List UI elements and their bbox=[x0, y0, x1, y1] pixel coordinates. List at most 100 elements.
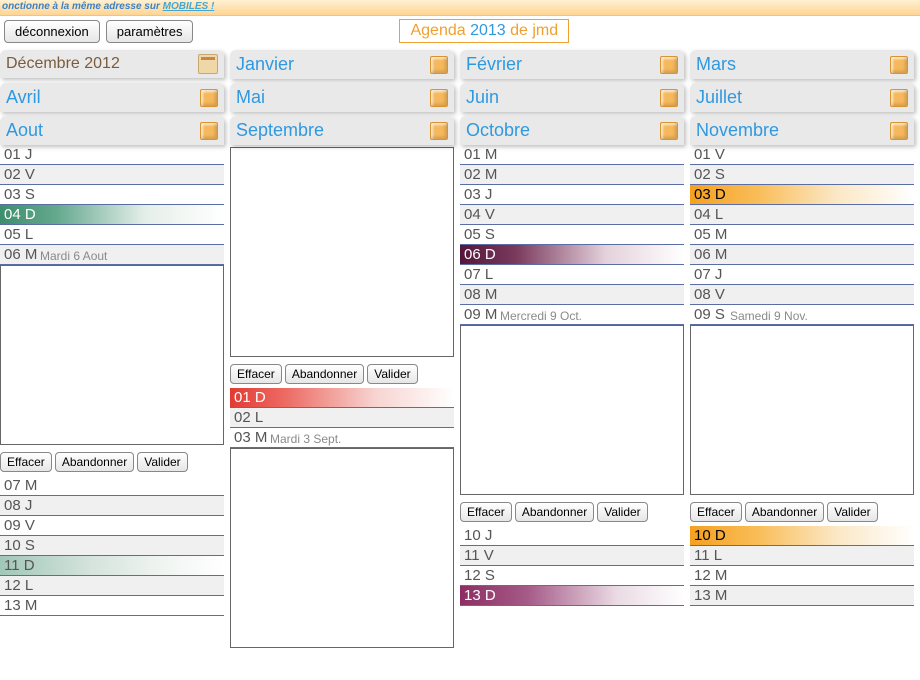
month-header[interactable]: Aout bbox=[0, 116, 224, 145]
note-textarea[interactable] bbox=[690, 325, 914, 495]
erase-button[interactable]: Effacer bbox=[0, 452, 52, 472]
month-header[interactable]: Octobre bbox=[460, 116, 684, 145]
note-icon[interactable] bbox=[200, 122, 218, 140]
day-row[interactable]: 02 M bbox=[460, 165, 684, 185]
erase-button[interactable]: Effacer bbox=[230, 364, 282, 384]
day-row[interactable]: 04 D bbox=[0, 205, 224, 225]
day-row[interactable]: 09 V bbox=[0, 516, 224, 536]
day-number: 01 V bbox=[694, 146, 739, 163]
settings-button[interactable]: paramètres bbox=[106, 20, 194, 43]
day-row[interactable]: 03 D bbox=[690, 185, 914, 205]
month-header[interactable]: Juillet bbox=[690, 83, 914, 112]
note-icon[interactable] bbox=[430, 89, 448, 107]
day-row[interactable]: 01 D bbox=[230, 388, 454, 408]
month-header[interactable]: Juin bbox=[460, 83, 684, 112]
day-row[interactable]: 10 J bbox=[460, 526, 684, 546]
day-row[interactable]: 13 M bbox=[0, 596, 224, 616]
month-header[interactable]: Décembre 2012 bbox=[0, 50, 224, 78]
validate-button[interactable]: Valider bbox=[827, 502, 877, 522]
note-icon[interactable] bbox=[890, 89, 908, 107]
day-row[interactable]: 07 M bbox=[0, 476, 224, 496]
month-novembre: Novembre 01 V 02 S03 D04 L05 M06 M07 J08 … bbox=[690, 116, 914, 651]
banner-text: onctionne à la même adresse sur bbox=[2, 1, 163, 12]
day-row[interactable]: 03 S bbox=[0, 185, 224, 205]
day-row[interactable]: 03 J bbox=[460, 185, 684, 205]
day-number: 11 D bbox=[4, 557, 49, 574]
month-header[interactable]: Novembre bbox=[690, 116, 914, 145]
note-icon[interactable] bbox=[890, 56, 908, 74]
day-row[interactable]: 11 D bbox=[0, 556, 224, 576]
day-row[interactable]: 05 M bbox=[690, 225, 914, 245]
note-icon[interactable] bbox=[660, 122, 678, 140]
day-row[interactable]: 08 J bbox=[0, 496, 224, 516]
day-row[interactable]: 05 L bbox=[0, 225, 224, 245]
day-row[interactable]: 07 J bbox=[690, 265, 914, 285]
note-icon[interactable] bbox=[890, 122, 908, 140]
day-row[interactable]: 10 S bbox=[0, 536, 224, 556]
abandon-button[interactable]: Abandonner bbox=[745, 502, 824, 522]
erase-button[interactable]: Effacer bbox=[460, 502, 512, 522]
day-row[interactable]: 01 V bbox=[690, 145, 914, 165]
month-label: Octobre bbox=[466, 120, 530, 141]
month-label: Mai bbox=[236, 87, 265, 108]
month-grid-row2: Avril Mai JuinJuillet bbox=[0, 79, 920, 112]
day-row[interactable]: 02 V bbox=[0, 165, 224, 185]
day-row[interactable]: 06 D bbox=[460, 245, 684, 265]
day-row[interactable]: 02 S bbox=[690, 165, 914, 185]
month-header[interactable]: Janvier bbox=[230, 50, 454, 79]
day-row[interactable]: 06 M bbox=[690, 245, 914, 265]
month-label: Janvier bbox=[236, 54, 294, 75]
abandon-button[interactable]: Abandonner bbox=[285, 364, 364, 384]
note-textarea[interactable] bbox=[230, 147, 454, 357]
month-header[interactable]: Septembre bbox=[230, 116, 454, 145]
month-header[interactable]: Avril bbox=[0, 83, 224, 112]
calendar-icon[interactable] bbox=[198, 54, 218, 74]
day-row[interactable]: 12 S bbox=[460, 566, 684, 586]
month-header[interactable]: Février bbox=[460, 50, 684, 79]
day-row[interactable]: 07 L bbox=[460, 265, 684, 285]
day-row[interactable]: 01 J bbox=[0, 145, 224, 165]
note-icon[interactable] bbox=[660, 89, 678, 107]
day-row[interactable]: 13 M bbox=[690, 586, 914, 606]
day-number: 12 M bbox=[694, 567, 739, 584]
day-row[interactable]: 10 D bbox=[690, 526, 914, 546]
day-number: 13 M bbox=[694, 587, 739, 604]
note-textarea[interactable] bbox=[0, 265, 224, 445]
validate-button[interactable]: Valider bbox=[137, 452, 187, 472]
validate-button[interactable]: Valider bbox=[597, 502, 647, 522]
day-row[interactable]: 04 V bbox=[460, 205, 684, 225]
month-label: Septembre bbox=[236, 120, 324, 141]
day-row[interactable]: 02 L bbox=[230, 408, 454, 428]
month-header[interactable]: Mai bbox=[230, 83, 454, 112]
day-row[interactable]: 08 M bbox=[460, 285, 684, 305]
note-icon[interactable] bbox=[430, 122, 448, 140]
day-row[interactable]: 01 M bbox=[460, 145, 684, 165]
banner-mobiles[interactable]: MOBILES ! bbox=[163, 1, 215, 12]
erase-button[interactable]: Effacer bbox=[690, 502, 742, 522]
month-cell: Mai bbox=[230, 83, 454, 112]
note-icon[interactable] bbox=[430, 56, 448, 74]
month-grid-expanded: Aout 01 J02 V03 S04 D05 L06 M Mardi 6 Ao… bbox=[0, 112, 920, 651]
day-number: 03 J bbox=[464, 186, 509, 203]
abandon-button[interactable]: Abandonner bbox=[55, 452, 134, 472]
day-number: 02 V bbox=[4, 166, 49, 183]
day-number: 13 M bbox=[4, 597, 49, 614]
note-textarea[interactable] bbox=[460, 325, 684, 495]
day-row[interactable]: 11 L bbox=[690, 546, 914, 566]
note-textarea[interactable] bbox=[230, 448, 454, 648]
day-row[interactable]: 11 V bbox=[460, 546, 684, 566]
day-row[interactable]: 08 V bbox=[690, 285, 914, 305]
abandon-button[interactable]: Abandonner bbox=[515, 502, 594, 522]
validate-button[interactable]: Valider bbox=[367, 364, 417, 384]
day-row[interactable]: 04 L bbox=[690, 205, 914, 225]
note-icon[interactable] bbox=[660, 56, 678, 74]
day-row[interactable]: 05 S bbox=[460, 225, 684, 245]
month-header[interactable]: Mars bbox=[690, 50, 914, 79]
logout-button[interactable]: déconnexion bbox=[4, 20, 100, 43]
day-row[interactable]: 13 D bbox=[460, 586, 684, 606]
note-icon[interactable] bbox=[200, 89, 218, 107]
editor-buttons: Effacer Abandonner Valider bbox=[0, 448, 224, 476]
day-number: 01 J bbox=[4, 146, 49, 163]
day-row[interactable]: 12 M bbox=[690, 566, 914, 586]
day-row[interactable]: 12 L bbox=[0, 576, 224, 596]
